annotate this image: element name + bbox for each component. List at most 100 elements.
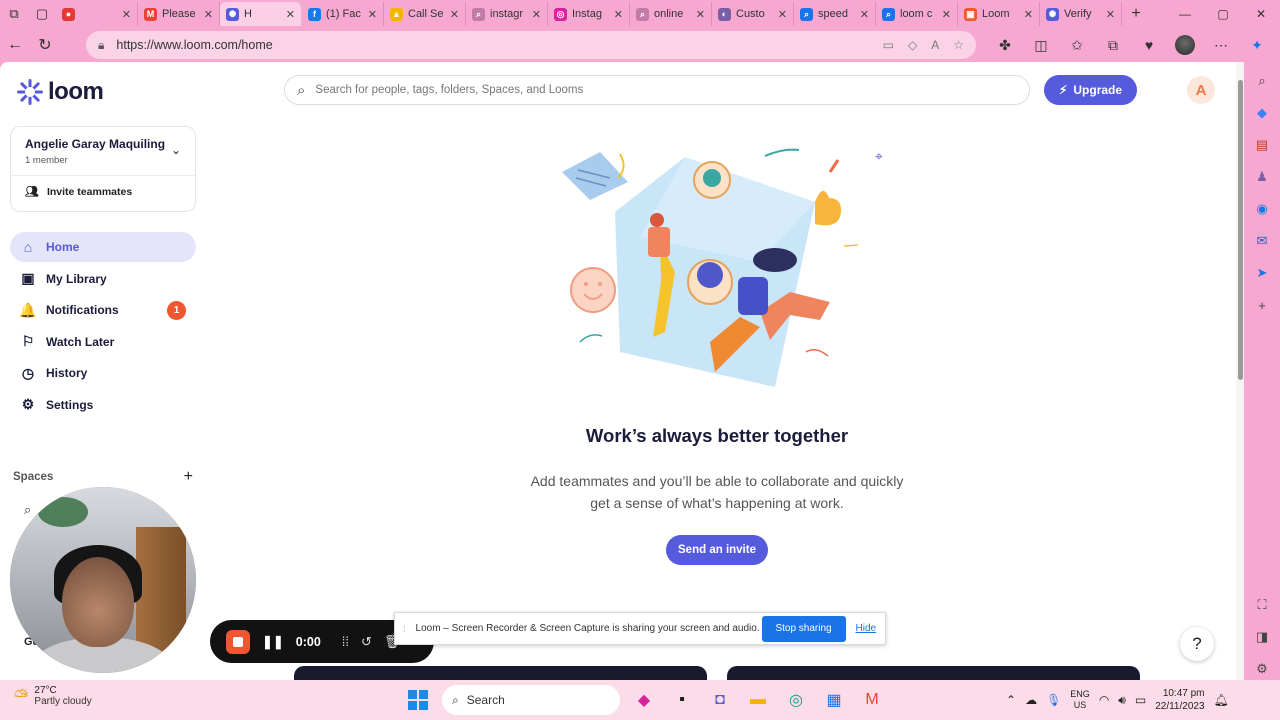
onedrive-icon[interactable]: ☁︎ — [1025, 693, 1037, 707]
close-tab-icon[interactable]: ✕ — [368, 8, 377, 21]
chevron-up-icon[interactable]: ⌃ — [1006, 693, 1016, 707]
favorite-star-icon[interactable]: ☆ — [953, 38, 964, 52]
split-screen-icon[interactable]: ◫ — [1026, 31, 1056, 59]
browser-tab[interactable]: ◎ Instag ✕ — [548, 2, 630, 26]
browser-tab[interactable]: ▲ Call Se ✕ — [384, 2, 466, 26]
close-tab-icon[interactable]: ✕ — [1024, 8, 1033, 21]
gmail-icon[interactable]: M — [858, 684, 886, 716]
task-view-icon[interactable]: ▪ — [668, 684, 696, 716]
favorites-icon[interactable]: ✩ — [1062, 31, 1092, 59]
close-tab-icon[interactable]: ✕ — [942, 8, 951, 21]
add-space-icon[interactable]: + — [184, 468, 193, 486]
url-text[interactable]: https://www.loom.com/home — [116, 38, 882, 52]
performance-icon[interactable]: ♥ — [1134, 31, 1164, 59]
close-tab-icon[interactable]: ✕ — [614, 8, 623, 21]
maximize-button[interactable]: ▢ — [1204, 0, 1242, 28]
file-explorer-icon[interactable]: ▬ — [744, 684, 772, 716]
outlook-icon[interactable]: ✉ — [1251, 230, 1273, 252]
close-tab-icon[interactable]: ✕ — [450, 8, 459, 21]
sidebar-item-settings[interactable]: ⚙ Settings — [10, 390, 196, 420]
store-icon[interactable]: ▦ — [820, 684, 848, 716]
sidebar-toggle-icon[interactable]: ◨ — [1251, 626, 1273, 648]
refresh-button[interactable]: ↻ — [30, 30, 60, 60]
lock-icon[interactable]: 🔒︎ — [98, 38, 104, 53]
address-bar[interactable]: 🔒︎ https://www.loom.com/home ▭ ◇ A ☆ — [86, 31, 976, 59]
invite-teammates-button[interactable]: 👥︎ Invite teammates — [25, 185, 132, 199]
microphone-icon[interactable]: 🎙︎ — [1046, 693, 1061, 707]
sidebar-item-notifications[interactable]: 🔔 Notifications 1 — [10, 295, 196, 325]
camera-icon[interactable]: ▭ — [883, 38, 894, 52]
close-window-button[interactable]: ✕ — [1242, 0, 1280, 28]
games-icon[interactable]: ♟ — [1251, 166, 1273, 188]
sidebar-item-history[interactable]: ◷ History — [10, 358, 196, 388]
workspace-card[interactable]: Angelie Garay Maquiling 1 member ⌄ 👥︎ In… — [10, 126, 196, 212]
sidebar-item-my-library[interactable]: ▣ My Library — [10, 264, 196, 294]
close-tab-icon[interactable]: ✕ — [122, 8, 131, 21]
wifi-icon[interactable]: ◠ — [1099, 693, 1109, 707]
tag-icon[interactable]: ◆ — [1251, 102, 1273, 124]
video-thumbnail[interactable] — [727, 666, 1140, 680]
stop-sharing-button[interactable]: Stop sharing — [761, 615, 846, 642]
sidebar-item-watch-later[interactable]: ⚐ Watch Later — [10, 327, 196, 357]
browser-tab[interactable]: ⌕ online ✕ — [630, 2, 712, 26]
close-tab-icon[interactable]: ✕ — [778, 8, 787, 21]
send-invite-button[interactable]: Send an invite — [666, 535, 768, 565]
close-tab-icon[interactable]: ✕ — [286, 8, 295, 21]
browser-tab[interactable]: ⌕ instagr ✕ — [466, 2, 548, 26]
restart-icon[interactable]: ↺ — [361, 634, 372, 650]
search-icon[interactable]: ⌕ — [1251, 70, 1273, 92]
page-scrollbar[interactable] — [1236, 62, 1244, 680]
close-tab-icon[interactable]: ✕ — [696, 8, 705, 21]
settings-icon[interactable]: ⚙ — [1251, 658, 1273, 680]
browser-tab[interactable]: ▣ Loom ✕ — [958, 2, 1040, 26]
video-thumbnail[interactable] — [294, 666, 707, 680]
taskbar-search[interactable]: ⌕ Search — [442, 685, 620, 715]
close-tab-icon[interactable]: ✕ — [1106, 8, 1115, 21]
browser-tab[interactable]: ✺ Verify ✕ — [1040, 2, 1122, 26]
search-input[interactable] — [315, 84, 996, 96]
help-button[interactable]: ? — [1180, 627, 1214, 661]
extensions-icon[interactable]: ✤ — [990, 31, 1020, 59]
close-tab-icon[interactable]: ✕ — [204, 8, 213, 21]
browser-tab[interactable]: M Please ✕ — [138, 2, 220, 26]
browser-tab[interactable]: ✺ H ✕ — [220, 2, 302, 26]
collections-icon[interactable]: ⧉ — [1098, 31, 1128, 59]
browser-tab[interactable]: ⌕ speed ✕ — [794, 2, 876, 26]
edge-icon[interactable]: ◎ — [782, 684, 810, 716]
back-button[interactable]: ← — [0, 30, 30, 60]
browser-tab[interactable]: ● ✕ — [56, 2, 138, 26]
loom-logo[interactable]: loom — [16, 78, 104, 106]
pause-button[interactable]: ❚❚ — [262, 634, 284, 650]
volume-icon[interactable]: 🔊︎ — [1118, 693, 1126, 708]
scrollbar-thumb[interactable] — [1238, 80, 1243, 380]
stop-recording-button[interactable] — [226, 629, 250, 654]
scan-icon[interactable]: ⌖ — [871, 148, 887, 164]
copilot-icon[interactable]: ✦ — [1242, 31, 1272, 59]
workspaces-icon[interactable]: ⧉ — [0, 0, 28, 28]
notification-bell-icon[interactable]: 🔔︎ — [1214, 693, 1229, 707]
browser-tab[interactable]: f (1) Fac ✕ — [302, 2, 384, 26]
user-avatar[interactable]: A — [1187, 76, 1215, 104]
minimize-button[interactable]: — — [1166, 0, 1204, 28]
browser-tab[interactable]: ◐ Custo ✕ — [712, 2, 794, 26]
tab-actions-icon[interactable]: ▢ — [28, 0, 56, 28]
send-icon[interactable]: ➤ — [1251, 262, 1273, 284]
webcam-bubble[interactable] — [10, 487, 196, 673]
hide-link[interactable]: Hide — [856, 623, 877, 634]
office-icon[interactable]: ◉ — [1251, 198, 1273, 220]
screenshot-icon[interactable]: ⛶ — [1251, 594, 1273, 616]
drawing-tool-icon[interactable]: ⁞⁞ — [342, 634, 349, 649]
teams-icon[interactable]: ◘ — [706, 684, 734, 716]
weather-widget[interactable]: ⛅︎ 27°C Partly cloudy — [14, 685, 92, 707]
copilot-app-icon[interactable]: ◆ — [630, 684, 658, 716]
drag-handle-icon[interactable]: ⁞ — [403, 624, 406, 634]
close-tab-icon[interactable]: ✕ — [532, 8, 541, 21]
clock[interactable]: 10:47 pm 22/11/2023 — [1155, 687, 1204, 713]
toolbox-icon[interactable]: ▤ — [1251, 134, 1273, 156]
close-tab-icon[interactable]: ✕ — [860, 8, 869, 21]
upgrade-button[interactable]: ⚡︎ Upgrade — [1044, 75, 1137, 105]
read-aloud-icon[interactable]: A — [931, 38, 939, 52]
more-menu-icon[interactable]: ⋯ — [1206, 31, 1236, 59]
add-icon[interactable]: + — [1251, 294, 1273, 316]
new-tab-button[interactable]: + — [1122, 5, 1150, 23]
